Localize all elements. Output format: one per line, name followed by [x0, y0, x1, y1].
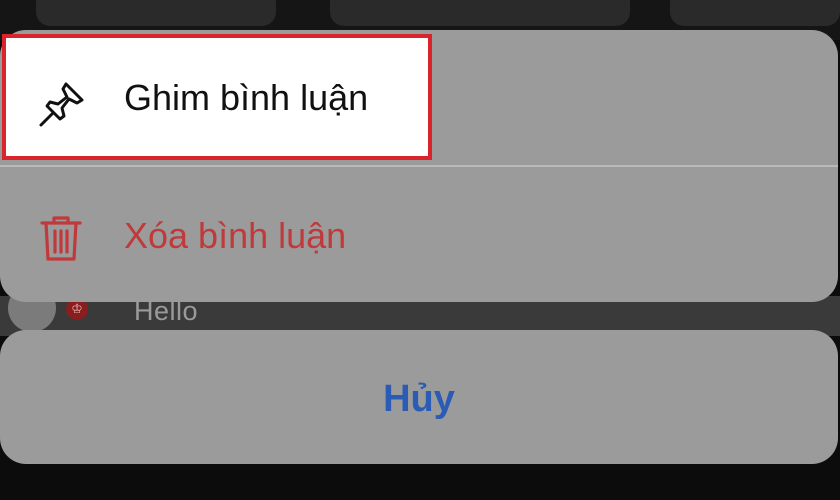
pin-comment-label[interactable]: Ghim bình luận	[124, 76, 368, 120]
cancel-button[interactable]: Hủy	[0, 330, 838, 464]
trash-icon	[40, 216, 82, 261]
screen: ♔ Hello Ghim bình luận Xóa bình luận Hủy	[0, 0, 840, 500]
background-key	[330, 0, 630, 26]
delete-comment-label[interactable]: Xóa bình luận	[124, 214, 346, 258]
pin-icon	[39, 82, 84, 127]
cancel-label[interactable]: Hủy	[383, 378, 455, 421]
background-key	[670, 0, 840, 26]
divider	[0, 165, 838, 167]
background-key	[36, 0, 276, 26]
